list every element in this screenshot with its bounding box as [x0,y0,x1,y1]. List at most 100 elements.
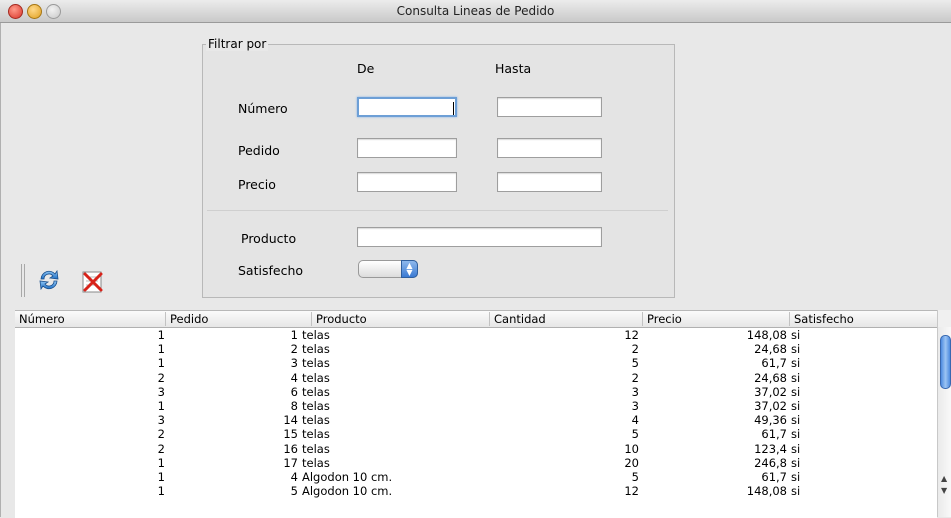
cell-satisfecho: si [791,427,801,442]
producto-input[interactable] [357,227,602,247]
cell-producto: telas [302,384,330,399]
pedido-from-input[interactable] [357,138,457,158]
cell-precio: 148,08 [746,484,787,499]
table-row[interactable]: 1 2 telas 2 24,68 si [15,343,937,356]
refresh-button[interactable] [36,267,62,293]
filter-panel [202,44,675,298]
numero-to-input[interactable] [497,97,602,117]
column-header-pedido[interactable]: Pedido [165,312,311,326]
toolbar-grip-line [24,264,25,297]
table-row[interactable]: 1 3 telas 5 61,7 si [15,357,937,370]
column-header-numero[interactable]: Número [15,312,165,326]
cell-cantidad: 5 [631,470,639,484]
cell-pedido: 15 [283,427,298,442]
pedido-label: Pedido [238,143,280,158]
cell-cantidad: 5 [631,356,639,371]
clear-filter-button[interactable] [80,269,106,295]
cell-satisfecho: si [791,342,801,357]
cell-numero: 1 [157,455,165,470]
numero-from-input[interactable] [357,97,457,117]
cell-numero: 2 [157,427,165,442]
table-row[interactable]: 1 8 telas 3 37,02 si [15,400,937,413]
cell-pedido: 6 [290,384,298,399]
pedido-to-input[interactable] [497,138,602,158]
cell-numero: 3 [157,413,165,428]
cell-producto: Algodon 10 cm. [302,484,393,499]
cell-cantidad: 4 [631,413,639,428]
cell-numero: 1 [157,470,165,484]
cell-producto: telas [302,455,330,470]
cell-numero: 1 [157,356,165,371]
cell-precio: 24,68 [754,342,787,357]
scroll-down-arrow-icon[interactable]: ▼ [941,486,947,495]
cell-precio: 123,4 [754,441,787,456]
cell-precio: 246,8 [754,455,787,470]
table-row[interactable]: 2 16 telas 10 123,4 si [15,441,937,456]
cell-satisfecho: si [791,370,801,385]
cell-satisfecho: si [791,356,801,371]
filter-separator [207,210,668,211]
scrollbar-thumb[interactable] [940,335,951,389]
text-caret [453,102,454,115]
cell-producto: telas [302,441,330,456]
cell-pedido: 5 [290,484,298,499]
clear-filter-icon [82,271,103,293]
cell-numero: 1 [157,328,165,342]
cell-pedido: 14 [283,413,298,428]
window-title: Consulta Lineas de Pedido [396,4,555,18]
updown-arrows-icon: ▲ ▼ [401,260,418,278]
cell-precio: 24,68 [754,370,787,385]
vertical-scrollbar[interactable]: ▲ ▼ [937,327,951,517]
cell-satisfecho: si [791,328,801,342]
cell-cantidad: 5 [631,427,639,442]
table-row[interactable]: 2 15 telas 5 61,7 si [15,428,937,441]
column-header-cantidad[interactable]: Cantidad [489,312,642,326]
precio-to-input[interactable] [497,172,602,192]
column-header-producto[interactable]: Producto [311,312,489,326]
cell-pedido: 16 [283,441,298,456]
cell-cantidad: 2 [631,370,639,385]
cell-pedido: 17 [283,455,298,470]
title-bar: Consulta Lineas de Pedido [0,0,951,23]
window-edge [0,23,1,517]
table-row[interactable]: 1 5 Algodon 10 cm. 12 148,08 si [15,485,937,498]
cell-pedido: 4 [290,370,298,385]
table-row[interactable]: 2 4 telas 2 24,68 si [15,370,937,385]
cell-satisfecho: si [791,399,801,413]
cell-producto: telas [302,413,330,428]
cell-numero: 2 [157,441,165,456]
cell-cantidad: 2 [631,342,639,357]
cell-numero: 2 [157,370,165,385]
cell-numero: 3 [157,384,165,399]
cell-pedido: 8 [290,399,298,413]
cell-cantidad: 10 [624,441,639,456]
toolbar-grip[interactable] [21,264,22,297]
cell-numero: 1 [157,484,165,499]
cell-satisfecho: si [791,470,801,484]
cell-precio: 61,7 [761,427,787,442]
cell-producto: telas [302,328,330,342]
table-row[interactable]: 1 1 telas 12 148,08 si [15,329,937,342]
cell-precio: 37,02 [754,399,787,413]
cell-cantidad: 3 [631,399,639,413]
cell-satisfecho: si [791,413,801,428]
from-column-label: De [357,61,375,76]
table-row[interactable]: 1 4 Algodon 10 cm. 5 61,7 si [15,471,937,484]
order-lines-table[interactable]: Número Pedido Producto Cantidad Precio S… [15,310,937,518]
table-row[interactable]: 3 6 telas 3 37,02 si [15,384,937,399]
column-header-precio[interactable]: Precio [642,312,789,326]
column-header-satisfecho[interactable]: Satisfecho [789,312,937,326]
table-row[interactable]: 1 17 telas 20 246,8 si [15,455,937,470]
cell-cantidad: 20 [624,455,639,470]
precio-from-input[interactable] [357,172,457,192]
table-row[interactable]: 3 14 telas 4 49,36 si [15,414,937,427]
filter-legend: Filtrar por [206,37,269,51]
satisfecho-select[interactable]: ▲ ▼ [358,260,418,278]
cell-precio: 37,02 [754,384,787,399]
scroll-up-arrow-icon[interactable]: ▲ [941,474,947,483]
cell-pedido: 4 [290,470,298,484]
refresh-icon [39,269,59,291]
table-header: Número Pedido Producto Cantidad Precio S… [15,311,937,328]
cell-satisfecho: si [791,484,801,499]
cell-producto: telas [302,342,330,357]
